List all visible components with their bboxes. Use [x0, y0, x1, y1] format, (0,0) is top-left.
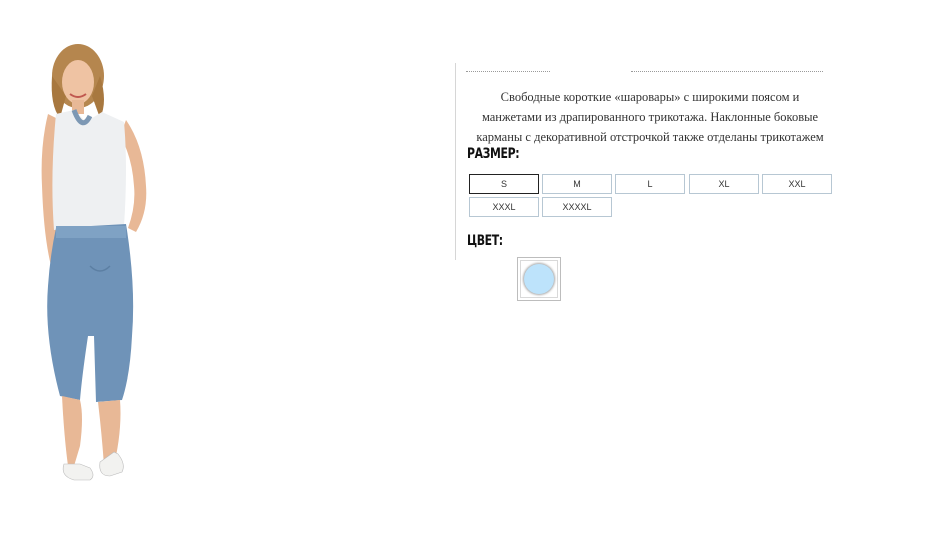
product-description: Свободные короткие «шаровары» с широкими… — [462, 87, 838, 147]
color-swatch-light-blue[interactable] — [517, 257, 561, 301]
size-heading: РАЗМЕР: — [467, 146, 520, 162]
divider-line — [455, 63, 456, 260]
description-line: карманы с декоративной отстрочкой также … — [476, 130, 824, 144]
color-dot — [524, 264, 554, 294]
description-line: Свободные короткие «шаровары» с широкими… — [500, 90, 800, 104]
size-option-m[interactable]: M — [542, 174, 612, 194]
size-option-s[interactable]: S — [469, 174, 539, 194]
size-option-xl[interactable]: XL — [689, 174, 759, 194]
description-line: манжетами из драпированного трикотажа. Н… — [481, 110, 819, 124]
dotted-rule — [466, 71, 550, 72]
size-option-l[interactable]: L — [615, 174, 685, 194]
product-photo — [41, 44, 147, 481]
size-option-xxxxl[interactable]: XXXXL — [542, 197, 612, 217]
color-heading: ЦВЕТ: — [467, 233, 503, 249]
size-option-xxxl[interactable]: XXXL — [469, 197, 539, 217]
dotted-rule — [631, 71, 823, 72]
size-option-xxl[interactable]: XXL — [762, 174, 832, 194]
